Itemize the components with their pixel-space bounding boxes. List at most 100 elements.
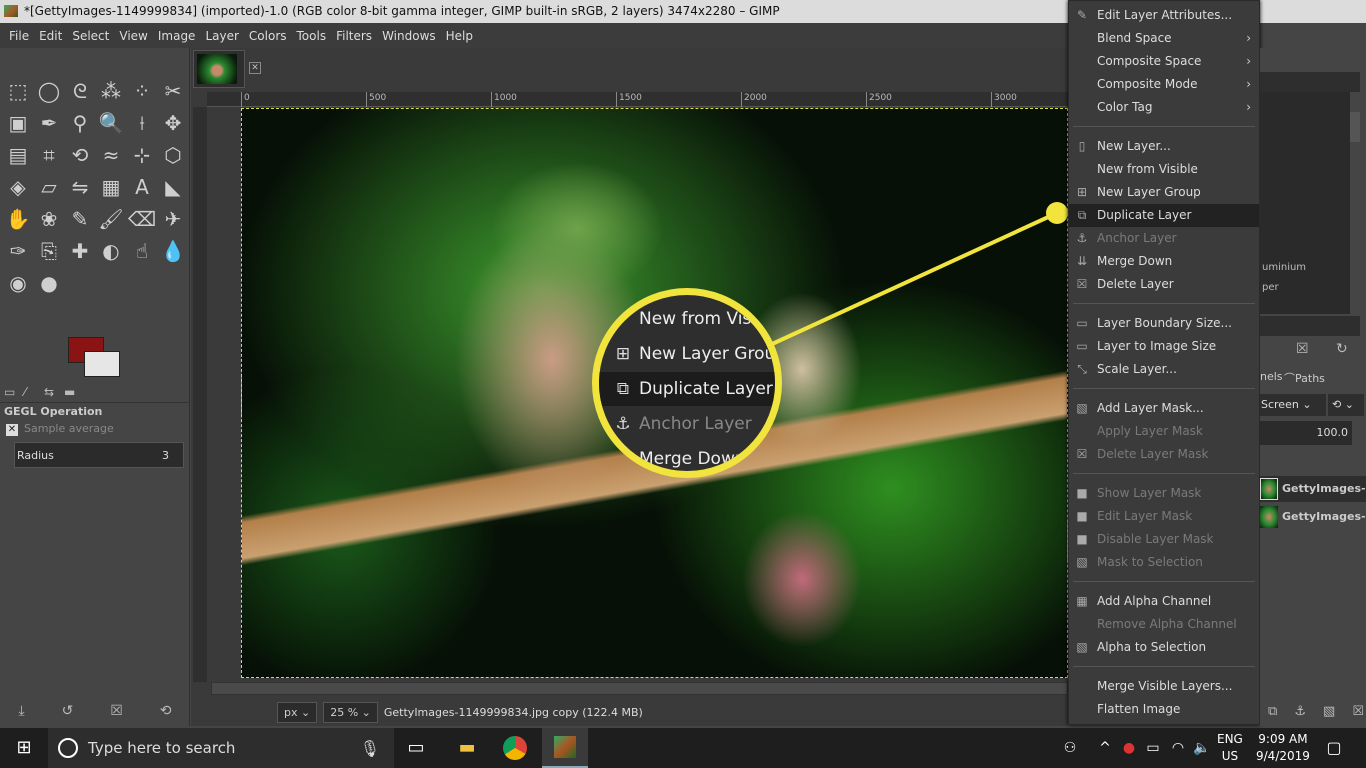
clone-tool-icon[interactable]: ⎘: [34, 236, 64, 266]
people-icon[interactable]: ⚇: [1058, 736, 1082, 760]
mypaint-tool-icon[interactable]: ❀: [34, 204, 64, 234]
foreground-select-tool-icon[interactable]: ▣: [3, 108, 33, 138]
restore-icon[interactable]: ↺: [62, 703, 74, 725]
measure-tool-icon[interactable]: ⟊: [127, 108, 157, 138]
tab-paths[interactable]: ⌒Paths: [1284, 370, 1325, 386]
convolve-tool-icon[interactable]: ◉: [3, 268, 33, 298]
menu-item-edit-layer-attributes[interactable]: ✎ Edit Layer Attributes...: [1069, 4, 1259, 27]
ink-tool-icon[interactable]: ✑: [3, 236, 33, 266]
heal-tool-icon[interactable]: ✚: [65, 236, 95, 266]
menu-item-edit-layer-mask[interactable]: ■ Edit Layer Mask: [1069, 505, 1259, 528]
menu-filters[interactable]: Filters: [331, 29, 377, 43]
cage-tool-icon[interactable]: ⬡: [158, 140, 188, 170]
ellipse-select-tool-icon[interactable]: ◯: [34, 76, 64, 106]
task-view-icon[interactable]: ▭: [404, 736, 428, 760]
radius-spinner[interactable]: Radius 3: [14, 442, 184, 468]
menu-help[interactable]: Help: [441, 29, 478, 43]
delete-icon[interactable]: ☒: [1296, 341, 1309, 357]
unified-transform-tool-icon[interactable]: ⟲: [65, 140, 95, 170]
menu-item-anchor-layer[interactable]: ⚓ Anchor Layer: [1069, 227, 1259, 250]
menu-item-composite-space[interactable]: Composite Space ›: [1069, 50, 1259, 73]
clock[interactable]: 9:09 AM 9/4/2019: [1256, 731, 1310, 765]
menu-item-add-layer-mask[interactable]: ▧ Add Layer Mask...: [1069, 397, 1259, 420]
image-tab[interactable]: [193, 50, 245, 88]
menu-edit[interactable]: Edit: [34, 29, 67, 43]
brush-scrollbar[interactable]: [1350, 112, 1360, 142]
menu-item-layer-to-image-size[interactable]: ▭ Layer to Image Size: [1069, 335, 1259, 358]
layer-row[interactable]: GettyImages-: [1260, 504, 1366, 530]
menu-item-mask-to-selection[interactable]: ▧ Mask to Selection: [1069, 551, 1259, 574]
menu-item-color-tag[interactable]: Color Tag ›: [1069, 96, 1259, 119]
zoom-tool-icon[interactable]: 🔍: [96, 108, 126, 138]
dodge-tool-icon[interactable]: ●: [34, 268, 64, 298]
horizontal-scrollbar[interactable]: [211, 682, 1068, 695]
images-icon[interactable]: ▬: [64, 385, 75, 399]
gimp-taskbar-button[interactable]: [542, 728, 588, 768]
menu-item-new-from-visible[interactable]: New from Visible: [1069, 158, 1259, 181]
unit-select[interactable]: px ⌄: [277, 701, 318, 723]
menu-item-duplicate-layer[interactable]: ⧉ Duplicate Layer: [1069, 204, 1259, 227]
anchor-icon[interactable]: ⚓: [1294, 704, 1306, 719]
menu-item-show-layer-mask[interactable]: ■ Show Layer Mask: [1069, 482, 1259, 505]
text-tool-icon[interactable]: A: [127, 172, 157, 202]
menu-item-alpha-to-selection[interactable]: ▧ Alpha to Selection: [1069, 636, 1259, 659]
taskbar-search[interactable]: Type here to search 🎙: [48, 728, 394, 768]
microphone-icon[interactable]: 🎙: [360, 739, 380, 758]
menu-image[interactable]: Image: [153, 29, 201, 43]
device-status-icon[interactable]: ⁄: [24, 385, 26, 399]
brush-list[interactable]: uminium per: [1260, 92, 1350, 314]
sample-average-checkbox[interactable]: ✕ Sample average: [6, 422, 114, 436]
menu-item-disable-layer-mask[interactable]: ■ Disable Layer Mask: [1069, 528, 1259, 551]
3d-transform-tool-icon[interactable]: ◈: [3, 172, 33, 202]
layer-mode-select[interactable]: Screen ⌄: [1260, 394, 1326, 416]
language-indicator[interactable]: ENG US: [1217, 731, 1243, 765]
composite-select[interactable]: ⟲ ⌄: [1328, 394, 1364, 416]
show-hidden-icons[interactable]: ^: [1093, 736, 1117, 760]
crop-tool-icon[interactable]: ⌗: [34, 140, 64, 170]
menu-select[interactable]: Select: [67, 29, 114, 43]
paths-tool-icon[interactable]: ✒: [34, 108, 64, 138]
move-tool-icon[interactable]: ✥: [158, 108, 188, 138]
volume-icon[interactable]: 🔈: [1190, 736, 1214, 760]
gradient-tool-icon[interactable]: ▦: [96, 172, 126, 202]
menu-item-add-alpha-channel[interactable]: ▦ Add Alpha Channel: [1069, 590, 1259, 613]
rect-select-tool-icon[interactable]: ⬚: [3, 76, 33, 106]
warp-tool-icon[interactable]: ≈: [96, 140, 126, 170]
undo-history-icon[interactable]: ⇆: [44, 385, 54, 399]
chrome-icon[interactable]: [503, 736, 527, 760]
menu-item-delete-layer[interactable]: ☒ Delete Layer: [1069, 273, 1259, 296]
airbrush-tool-icon[interactable]: ✈: [158, 204, 188, 234]
windows-start-icon[interactable]: ⊞: [12, 736, 36, 760]
menu-item-remove-alpha-channel[interactable]: Remove Alpha Channel: [1069, 613, 1259, 636]
fuzzy-select-tool-icon[interactable]: ⁂: [96, 76, 126, 106]
menu-item-flatten-image[interactable]: Flatten Image: [1069, 698, 1259, 721]
menu-file[interactable]: File: [4, 29, 34, 43]
menu-item-composite-mode[interactable]: Composite Mode ›: [1069, 73, 1259, 96]
menu-item-new-layer-group[interactable]: ⊞ New Layer Group: [1069, 181, 1259, 204]
action-center-icon[interactable]: ▢: [1322, 736, 1346, 760]
eraser-tool-icon[interactable]: ⌫: [127, 204, 157, 234]
menu-item-apply-layer-mask[interactable]: Apply Layer Mask: [1069, 420, 1259, 443]
menu-tools[interactable]: Tools: [292, 29, 332, 43]
file-explorer-icon[interactable]: ▬: [455, 736, 479, 760]
brush-item[interactable]: per: [1262, 282, 1279, 293]
menu-layer[interactable]: Layer: [200, 29, 243, 43]
select-by-color-tool-icon[interactable]: ⁘: [127, 76, 157, 106]
onedrive-error-icon[interactable]: ●: [1117, 736, 1141, 760]
wifi-icon[interactable]: ◠: [1166, 736, 1190, 760]
preset-select[interactable]: [1260, 316, 1360, 336]
perspective-tool-icon[interactable]: ▱: [34, 172, 64, 202]
menu-item-delete-layer-mask[interactable]: ☒ Delete Layer Mask: [1069, 443, 1259, 466]
dock-tabs[interactable]: ▭ ⁄ ⇆ ▬: [0, 383, 190, 403]
refresh-icon[interactable]: ↻: [1336, 341, 1348, 357]
menu-item-merge-visible-layers[interactable]: Merge Visible Layers...: [1069, 675, 1259, 698]
color-picker-tool-icon[interactable]: ⚲: [65, 108, 95, 138]
dodge-burn-tool-icon[interactable]: ◐: [96, 236, 126, 266]
menu-item-merge-down[interactable]: ⇊ Merge Down: [1069, 250, 1259, 273]
background-color-swatch[interactable]: [84, 351, 120, 377]
close-tab-icon[interactable]: ✕: [249, 62, 261, 74]
zoom-select[interactable]: 25 % ⌄: [323, 701, 378, 723]
reset-icon[interactable]: ⟲: [160, 703, 172, 725]
menu-item-new-layer[interactable]: ▯ New Layer...: [1069, 135, 1259, 158]
menu-item-scale-layer[interactable]: ⤡ Scale Layer...: [1069, 358, 1259, 381]
